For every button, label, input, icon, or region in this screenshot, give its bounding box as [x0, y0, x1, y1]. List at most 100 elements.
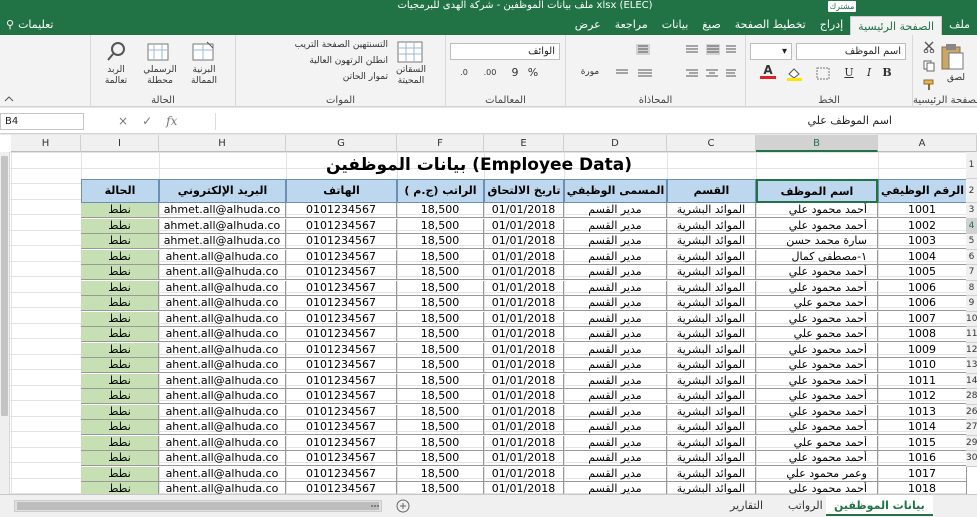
- table-cell[interactable]: الموائد البشرية: [667, 311, 756, 327]
- table-cell[interactable]: نطط: [81, 389, 159, 404]
- table-cell[interactable]: 0101234567: [286, 327, 397, 342]
- merge-button[interactable]: مورة: [568, 67, 612, 78]
- table-cell[interactable]: مدير القسم: [564, 249, 667, 265]
- table-cell[interactable]: نطط: [81, 327, 159, 342]
- table-cell[interactable]: 01/01/2018: [484, 466, 564, 482]
- table-cell[interactable]: نطط: [81, 373, 159, 389]
- table-cell[interactable]: سارة محمد حسن: [756, 234, 878, 249]
- table-cell[interactable]: ahent.all@alhuda.co: [159, 466, 286, 482]
- table-cell[interactable]: 0101234567: [286, 358, 397, 373]
- font-size-select[interactable]: ▾: [750, 43, 792, 60]
- table-cell[interactable]: الموائد البشرية: [667, 482, 756, 494]
- table-cell[interactable]: أحمد محمود علي: [756, 280, 878, 296]
- underline-button[interactable]: U: [842, 67, 856, 78]
- table-cell[interactable]: 01/01/2018: [484, 451, 564, 466]
- table-cell[interactable]: 1005: [878, 265, 967, 280]
- table-cell[interactable]: 0101234567: [286, 218, 397, 234]
- header-cell[interactable]: البريد الإلكتروني: [159, 179, 286, 203]
- table-cell[interactable]: الموائد البشرية: [667, 435, 756, 451]
- table-cell[interactable]: ahent.all@alhuda.co: [159, 373, 286, 389]
- table-cell[interactable]: 0101234567: [286, 311, 397, 327]
- table-cell[interactable]: ahent.all@alhuda.co: [159, 265, 286, 280]
- row-header[interactable]: 6: [966, 249, 977, 265]
- cell-styles-icon[interactable]: [396, 40, 426, 66]
- table-cell[interactable]: 0101234567: [286, 435, 397, 451]
- table-cell[interactable]: أحمد محمود علي: [756, 420, 878, 435]
- table-cell[interactable]: 18,500: [397, 234, 484, 249]
- table-cell[interactable]: ١-مصطفى كمال: [756, 249, 878, 265]
- header-cell[interactable]: تاريخ الالتحاق: [484, 179, 564, 203]
- table-cell[interactable]: 01/01/2018: [484, 358, 564, 373]
- row-header[interactable]: 14: [966, 373, 977, 389]
- table-cell[interactable]: 18,500: [397, 373, 484, 389]
- table-cell[interactable]: 1014: [878, 420, 967, 435]
- tab-1[interactable]: الصفحة الرئيسية: [850, 16, 943, 35]
- fill-color-icon[interactable]: [786, 67, 804, 81]
- row-header[interactable]: 3: [966, 203, 977, 219]
- horizontal-scrollbar[interactable]: [14, 500, 382, 512]
- italic-button[interactable]: I: [862, 67, 876, 78]
- vertical-scrollbar[interactable]: [0, 152, 10, 494]
- alignment-icons[interactable]: [576, 43, 736, 87]
- column-header-I[interactable]: I: [81, 135, 159, 152]
- header-cell[interactable]: اسم الموظف: [756, 179, 878, 203]
- table-cell[interactable]: 1016: [878, 451, 967, 466]
- table-cell[interactable]: 0101234567: [286, 249, 397, 265]
- column-header-E[interactable]: E: [484, 135, 564, 152]
- row-header[interactable]: 30: [966, 451, 977, 467]
- insert-function-icon[interactable]: fx: [166, 114, 177, 128]
- table-cell[interactable]: أحمد محمود علي: [756, 203, 878, 218]
- table-cell[interactable]: 0101234567: [286, 234, 397, 249]
- table-cell[interactable]: 01/01/2018: [484, 420, 564, 435]
- table-cell[interactable]: 18,500: [397, 311, 484, 327]
- table-cell[interactable]: ahent.all@alhuda.co: [159, 358, 286, 373]
- column-header-F[interactable]: F: [397, 135, 484, 152]
- font-color-button[interactable]: A: [760, 64, 776, 79]
- table-cell[interactable]: ahent.all@alhuda.co: [159, 435, 286, 451]
- column-header-H[interactable]: H: [159, 135, 286, 152]
- row-header[interactable]: 13: [966, 358, 977, 374]
- table-cell[interactable]: 01/01/2018: [484, 311, 564, 327]
- table-cell[interactable]: أحمد محمود علي: [756, 389, 878, 404]
- collapse-ribbon-icon[interactable]: [4, 95, 14, 103]
- table-cell[interactable]: نطط: [81, 451, 159, 466]
- table-cell[interactable]: 0101234567: [286, 203, 397, 218]
- table-cell[interactable]: 0101234567: [286, 296, 397, 311]
- table-cell[interactable]: أحمد محمود علي: [756, 311, 878, 327]
- table-cell[interactable]: نطط: [81, 482, 159, 494]
- sheet-title[interactable]: بيانات الموظفين (Employee Data): [87, 152, 871, 178]
- table-cell[interactable]: 0101234567: [286, 482, 397, 494]
- borders-icon[interactable]: [816, 67, 832, 81]
- table-cell[interactable]: 1007: [878, 311, 967, 327]
- table-cell[interactable]: ahent.all@alhuda.co: [159, 249, 286, 265]
- table-cell[interactable]: الموائد البشرية: [667, 342, 756, 358]
- row-header[interactable]: 11: [966, 327, 977, 343]
- copy-icon[interactable]: [923, 60, 935, 72]
- table-cell[interactable]: الموائد البشرية: [667, 327, 756, 342]
- sheet-tab-2[interactable]: التقارير: [722, 495, 771, 516]
- table-cell[interactable]: 1008: [878, 327, 967, 342]
- table-cell[interactable]: ahmet.all@alhuda.co: [159, 234, 286, 249]
- table-cell[interactable]: 01/01/2018: [484, 234, 564, 249]
- header-cell[interactable]: المسمى الوظيفي: [564, 179, 667, 203]
- cell-styles-button[interactable]: تموار الحاتن: [238, 72, 388, 83]
- delete-cells-icon[interactable]: [146, 40, 172, 64]
- table-cell[interactable]: نطط: [81, 420, 159, 435]
- worksheet-grid[interactable]: ABCDEFGHIH بيانات الموظفين (Employee Dat…: [0, 135, 977, 494]
- row-header[interactable]: 28: [966, 389, 977, 405]
- table-cell[interactable]: 18,500: [397, 265, 484, 280]
- table-cell[interactable]: مدير القسم: [564, 342, 667, 358]
- table-cell[interactable]: نطط: [81, 218, 159, 234]
- table-cell[interactable]: 18,500: [397, 420, 484, 435]
- row-header[interactable]: 8: [966, 280, 977, 296]
- table-cell[interactable]: 01/01/2018: [484, 389, 564, 404]
- select-all-corner[interactable]: [966, 135, 977, 152]
- row-header[interactable]: 2: [966, 179, 977, 203]
- insert-cells-icon[interactable]: [191, 40, 217, 64]
- table-cell[interactable]: مدير القسم: [564, 327, 667, 342]
- table-cell[interactable]: الموائد البشرية: [667, 373, 756, 389]
- table-cell[interactable]: ahent.all@alhuda.co: [159, 296, 286, 311]
- table-cell[interactable]: نطط: [81, 311, 159, 327]
- table-cell[interactable]: 01/01/2018: [484, 404, 564, 420]
- table-cell[interactable]: 1006: [878, 296, 967, 311]
